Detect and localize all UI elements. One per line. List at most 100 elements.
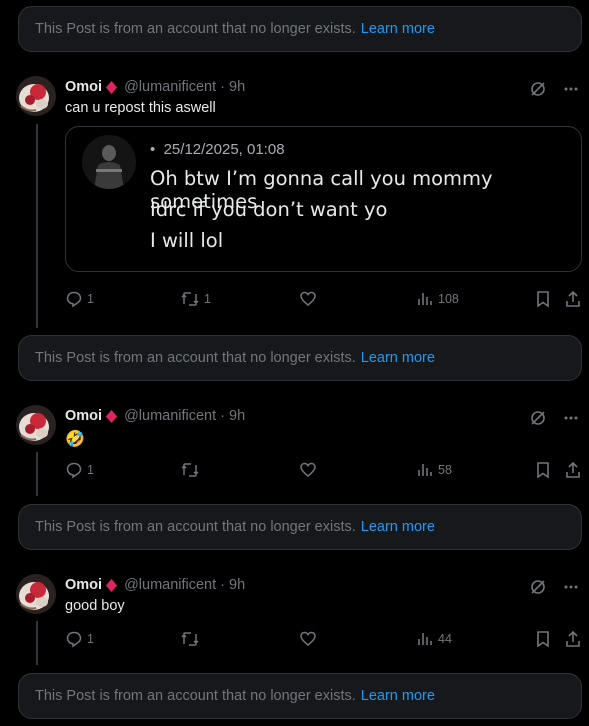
share-icon: [566, 461, 580, 478]
post-text: 🤣: [65, 431, 85, 448]
view-count: 44: [438, 632, 452, 646]
views-button[interactable]: 44: [416, 630, 452, 648]
more-icon[interactable]: [563, 579, 579, 595]
like-icon: [300, 291, 316, 306]
bookmark-button[interactable]: [535, 290, 551, 308]
notice-text: This Post is from an account that no lon…: [35, 519, 356, 535]
timestamp[interactable]: 9h: [229, 79, 245, 95]
like-button[interactable]: [299, 630, 321, 648]
post-header-icons: [529, 409, 579, 427]
unavailable-post-notice: This Post is from an account that no lon…: [18, 504, 582, 550]
more-icon[interactable]: [563, 410, 579, 426]
bookmark-button[interactable]: [535, 630, 551, 648]
diamond-icon: [105, 409, 118, 423]
views-icon: [418, 293, 432, 305]
share-button[interactable]: [565, 461, 581, 479]
avatar[interactable]: [16, 76, 56, 116]
grok-icon[interactable]: [529, 578, 547, 596]
bookmark-icon: [537, 462, 549, 479]
reply-button[interactable]: 1: [65, 290, 94, 308]
post-header: Omoi @lumanificent · 9h: [65, 577, 245, 593]
avatar[interactable]: [16, 405, 56, 445]
handle[interactable]: @lumanificent: [124, 79, 216, 95]
notice-text: This Post is from an account that no lon…: [35, 350, 356, 366]
diamond-icon: [105, 80, 118, 94]
like-button[interactable]: [299, 461, 321, 479]
learn-more-link[interactable]: Learn more: [361, 350, 435, 366]
share-icon: [566, 630, 580, 647]
post-header: Omoi @lumanificent · 9h: [65, 408, 245, 424]
repost-icon: [181, 632, 199, 646]
like-icon: [300, 631, 316, 646]
avatar[interactable]: [16, 574, 56, 614]
action-bar: 1 44: [0, 630, 589, 650]
repost-button[interactable]: [180, 630, 204, 648]
reply-count: 1: [87, 632, 94, 646]
bookmark-icon: [537, 291, 549, 308]
view-count: 58: [438, 463, 452, 477]
reply-icon: [66, 291, 82, 308]
post[interactable]: Omoi @lumanificent · 9h can u repost thi…: [0, 76, 589, 326]
post-header-icons: [529, 578, 579, 596]
handle[interactable]: @lumanificent: [124, 577, 216, 593]
share-icon: [566, 290, 580, 307]
unavailable-post-notice: This Post is from an account that no lon…: [18, 6, 582, 52]
quoted-timestamp: 25/12/2025, 01:08: [163, 141, 285, 158]
grok-icon[interactable]: [529, 80, 547, 98]
post-text: can u repost this aswell: [65, 100, 216, 116]
post-text: good boy: [65, 598, 125, 614]
post[interactable]: Omoi @lumanificent · 9h 🤣 1 58: [0, 405, 589, 495]
quoted-line: I will lol: [150, 229, 224, 252]
views-icon: [418, 464, 432, 476]
quoted-line: Idrc if you don’t want yo: [150, 198, 388, 221]
repost-icon: [181, 292, 199, 306]
like-button[interactable]: [299, 290, 321, 308]
separator-dot: ·: [216, 79, 230, 95]
learn-more-link[interactable]: Learn more: [361, 21, 435, 37]
repost-button[interactable]: 1: [180, 290, 211, 308]
diamond-icon: [105, 578, 118, 592]
unavailable-post-notice: This Post is from an account that no lon…: [18, 335, 582, 381]
display-name[interactable]: Omoi: [65, 577, 102, 593]
views-button[interactable]: 58: [416, 461, 452, 479]
action-bar: 1 1 108: [0, 290, 589, 310]
handle[interactable]: @lumanificent: [124, 408, 216, 424]
separator-dot: ·: [216, 408, 230, 424]
reply-button[interactable]: 1: [65, 630, 94, 648]
learn-more-link[interactable]: Learn more: [361, 519, 435, 535]
reply-count: 1: [87, 463, 94, 477]
timestamp[interactable]: 9h: [229, 408, 245, 424]
display-name[interactable]: Omoi: [65, 79, 102, 95]
quoted-image[interactable]: • 25/12/2025, 01:08 Oh btw I’m gonna cal…: [65, 126, 582, 272]
grok-icon[interactable]: [529, 409, 547, 427]
display-name[interactable]: Omoi: [65, 408, 102, 424]
action-bar: 1 58: [0, 461, 589, 481]
separator-dot: ·: [216, 577, 230, 593]
views-button[interactable]: 108: [416, 290, 459, 308]
unavailable-post-notice: This Post is from an account that no lon…: [18, 673, 582, 719]
reply-count: 1: [87, 292, 94, 306]
notice-text: This Post is from an account that no lon…: [35, 688, 356, 704]
learn-more-link[interactable]: Learn more: [361, 688, 435, 704]
post[interactable]: Omoi @lumanificent · 9h good boy 1 44: [0, 574, 589, 664]
views-icon: [418, 633, 432, 645]
timestamp[interactable]: 9h: [229, 577, 245, 593]
share-button[interactable]: [565, 290, 581, 308]
reply-icon: [66, 462, 82, 479]
bullet: •: [150, 141, 164, 158]
repost-button[interactable]: [180, 461, 204, 479]
view-count: 108: [438, 292, 459, 306]
like-icon: [300, 462, 316, 477]
bookmark-icon: [537, 631, 549, 648]
repost-count: 1: [204, 292, 211, 306]
bookmark-button[interactable]: [535, 461, 551, 479]
post-header: Omoi @lumanificent · 9h: [65, 79, 245, 95]
reply-icon: [66, 631, 82, 648]
reply-button[interactable]: 1: [65, 461, 94, 479]
quoted-meta: • 25/12/2025, 01:08: [150, 141, 285, 158]
notice-text: This Post is from an account that no lon…: [35, 21, 356, 37]
share-button[interactable]: [565, 630, 581, 648]
more-icon[interactable]: [563, 81, 579, 97]
post-header-icons: [529, 80, 579, 98]
repost-icon: [181, 463, 199, 477]
